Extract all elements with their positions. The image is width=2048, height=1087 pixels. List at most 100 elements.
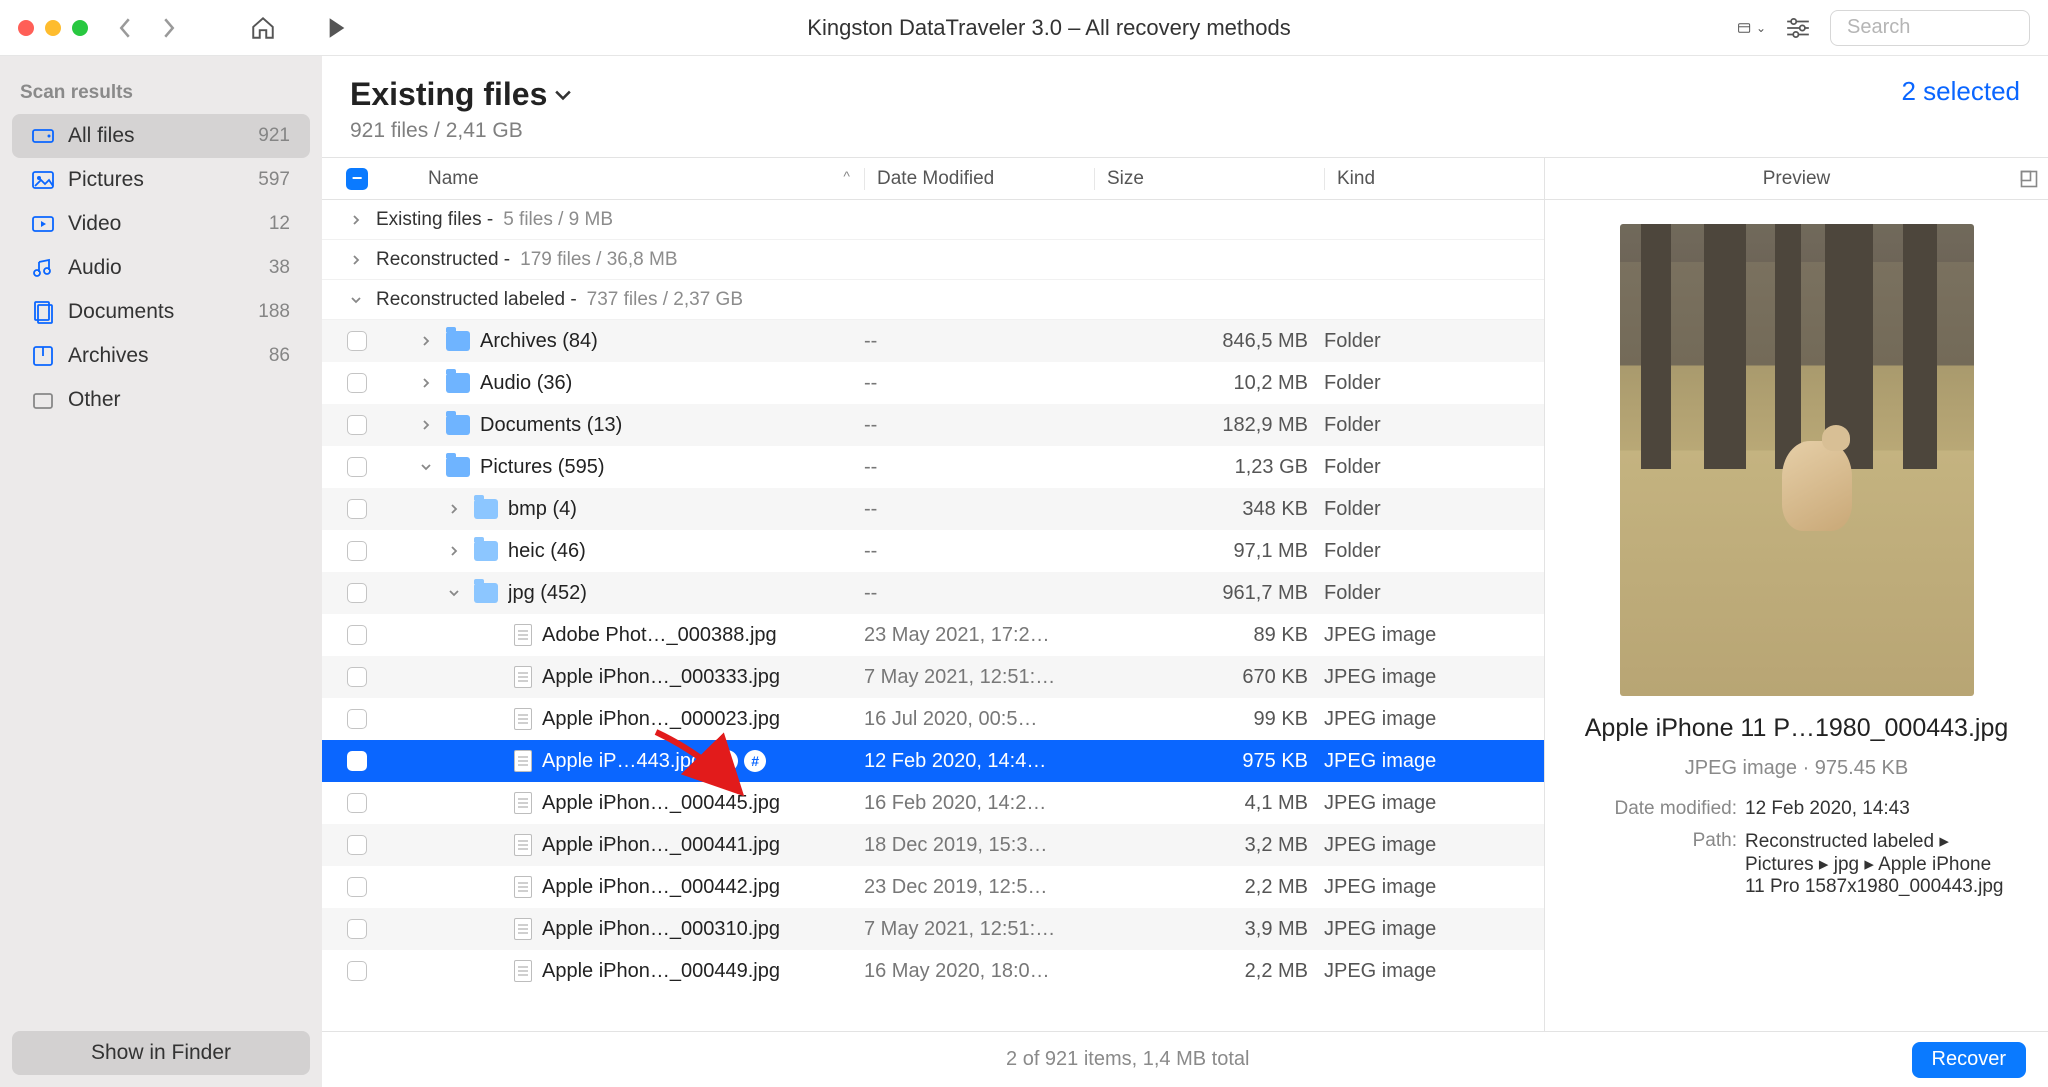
group-row[interactable]: Reconstructed - 179 files / 36,8 MB — [322, 240, 1544, 280]
row-size: 2,2 MB — [1094, 960, 1324, 983]
disclosure-icon[interactable] — [350, 214, 366, 226]
back-button[interactable] — [112, 15, 138, 41]
row-size: 846,5 MB — [1094, 330, 1324, 353]
row-checkbox[interactable] — [347, 835, 367, 855]
sidebar-item-video[interactable]: Video 12 — [12, 202, 310, 246]
row-checkbox[interactable] — [347, 625, 367, 645]
resume-scan-button[interactable] — [324, 15, 350, 41]
group-meta: 5 files / 9 MB — [503, 209, 613, 231]
table-row[interactable]: Archives (84) -- 846,5 MB Folder — [322, 320, 1544, 362]
row-checkbox[interactable] — [347, 499, 367, 519]
table-row[interactable]: Apple iPhon…_000442.jpg 23 Dec 2019, 12:… — [322, 866, 1544, 908]
row-checkbox[interactable] — [347, 961, 367, 981]
table-row[interactable]: Apple iPhon…_000310.jpg 7 May 2021, 12:5… — [322, 908, 1544, 950]
filter-button[interactable] — [1784, 14, 1812, 42]
row-date: 12 Feb 2020, 14:4… — [864, 750, 1094, 773]
disclosure-icon[interactable] — [448, 587, 464, 599]
recover-button[interactable]: Recover — [1912, 1042, 2026, 1078]
minimize-window-button[interactable] — [45, 20, 61, 36]
preview-header-label: Preview — [1545, 168, 2048, 190]
table-row[interactable]: Apple iPhon…_000449.jpg 16 May 2020, 18:… — [322, 950, 1544, 992]
maximize-window-button[interactable] — [72, 20, 88, 36]
close-window-button[interactable] — [18, 20, 34, 36]
sidebar-item-other[interactable]: Other — [12, 378, 310, 422]
sidebar-item-all-files[interactable]: All files 921 — [12, 114, 310, 158]
sidebar-item-archives[interactable]: Archives 86 — [12, 334, 310, 378]
selection-count[interactable]: 2 selected — [1901, 76, 2020, 107]
sidebar-item-pictures[interactable]: Pictures 597 — [12, 158, 310, 202]
row-checkbox[interactable] — [347, 667, 367, 687]
disclosure-icon[interactable] — [420, 461, 436, 473]
preview-badge-icon[interactable]: ◉ — [716, 750, 738, 772]
disclosure-icon[interactable] — [420, 335, 436, 347]
disclosure-icon[interactable] — [420, 419, 436, 431]
column-name[interactable]: Name — [392, 168, 864, 190]
table-row[interactable]: jpg (452) -- 961,7 MB Folder — [322, 572, 1544, 614]
row-checkbox[interactable] — [347, 457, 367, 477]
view-title[interactable]: Existing files — [350, 76, 571, 113]
row-name: Apple iP…443.jpg — [542, 750, 702, 773]
row-kind: Folder — [1324, 456, 1544, 479]
column-date-modified[interactable]: Date Modified — [864, 168, 1094, 190]
row-name: Apple iPhon…_000449.jpg — [542, 960, 780, 983]
forward-button[interactable] — [156, 15, 182, 41]
row-size: 1,23 GB — [1094, 456, 1324, 479]
row-size: 97,1 MB — [1094, 540, 1324, 563]
file-icon — [514, 792, 532, 814]
disclosure-icon[interactable] — [350, 254, 366, 266]
column-size[interactable]: Size — [1094, 168, 1324, 190]
group-row[interactable]: Existing files - 5 files / 9 MB — [322, 200, 1544, 240]
row-checkbox[interactable] — [347, 793, 367, 813]
table-row[interactable]: Apple iPhon…_000023.jpg 16 Jul 2020, 00:… — [322, 698, 1544, 740]
row-checkbox[interactable] — [347, 751, 367, 771]
expand-preview-button[interactable] — [2020, 170, 2038, 188]
row-checkbox[interactable] — [347, 541, 367, 561]
row-kind: Folder — [1324, 540, 1544, 563]
sidebar-item-label: Documents — [68, 300, 174, 324]
hex-badge-icon[interactable]: # — [744, 750, 766, 772]
row-name: jpg (452) — [508, 582, 587, 605]
sidebar-item-audio[interactable]: Audio 38 — [12, 246, 310, 290]
disclosure-icon[interactable] — [350, 294, 366, 306]
sidebar-item-label: Other — [68, 388, 121, 412]
row-checkbox[interactable] — [347, 877, 367, 897]
table-row[interactable]: Apple iPhon…_000445.jpg 16 Feb 2020, 14:… — [322, 782, 1544, 824]
preview-path-value: Reconstructed labeled ▸ Pictures ▸ jpg ▸… — [1745, 830, 2006, 898]
row-checkbox[interactable] — [347, 331, 367, 351]
row-size: 348 KB — [1094, 498, 1324, 521]
row-checkbox[interactable] — [347, 583, 367, 603]
table-row[interactable]: Adobe Phot…_000388.jpg 23 May 2021, 17:2… — [322, 614, 1544, 656]
home-button[interactable] — [250, 15, 276, 41]
disclosure-icon[interactable] — [420, 377, 436, 389]
row-name: Apple iPhon…_000310.jpg — [542, 918, 780, 941]
row-date: 16 Feb 2020, 14:2… — [864, 792, 1094, 815]
row-size: 975 KB — [1094, 750, 1324, 773]
row-name: Archives (84) — [480, 330, 598, 353]
disclosure-icon[interactable] — [448, 545, 464, 557]
table-body: Existing files - 5 files / 9 MBReconstru… — [322, 200, 1544, 1031]
search-field[interactable] — [1830, 10, 2030, 46]
row-checkbox[interactable] — [347, 709, 367, 729]
row-checkbox[interactable] — [347, 373, 367, 393]
table-row[interactable]: bmp (4) -- 348 KB Folder — [322, 488, 1544, 530]
table-row[interactable]: Apple iPhon…_000333.jpg 7 May 2021, 12:5… — [322, 656, 1544, 698]
table-row[interactable]: Apple iP…443.jpg ◉ # 12 Feb 2020, 14:4… 9… — [322, 740, 1544, 782]
row-date: 23 Dec 2019, 12:5… — [864, 876, 1094, 899]
table-row[interactable]: heic (46) -- 97,1 MB Folder — [322, 530, 1544, 572]
show-in-finder-button[interactable]: Show in Finder — [12, 1031, 310, 1075]
table-row[interactable]: Pictures (595) -- 1,23 GB Folder — [322, 446, 1544, 488]
disclosure-icon[interactable] — [448, 503, 464, 515]
group-row[interactable]: Reconstructed labeled - 737 files / 2,37… — [322, 280, 1544, 320]
row-checkbox[interactable] — [347, 919, 367, 939]
row-checkbox[interactable] — [347, 415, 367, 435]
table-row[interactable]: Apple iPhon…_000441.jpg 18 Dec 2019, 15:… — [322, 824, 1544, 866]
table-row[interactable]: Audio (36) -- 10,2 MB Folder — [322, 362, 1544, 404]
column-kind[interactable]: Kind — [1324, 168, 1544, 190]
view-options-button[interactable]: ⌄ — [1738, 14, 1766, 42]
row-size: 2,2 MB — [1094, 876, 1324, 899]
table-row[interactable]: Documents (13) -- 182,9 MB Folder — [322, 404, 1544, 446]
select-all-checkbox[interactable]: − — [322, 168, 392, 190]
sidebar-item-documents[interactable]: Documents 188 — [12, 290, 310, 334]
search-input[interactable] — [1847, 16, 2048, 39]
row-kind: Folder — [1324, 330, 1544, 353]
